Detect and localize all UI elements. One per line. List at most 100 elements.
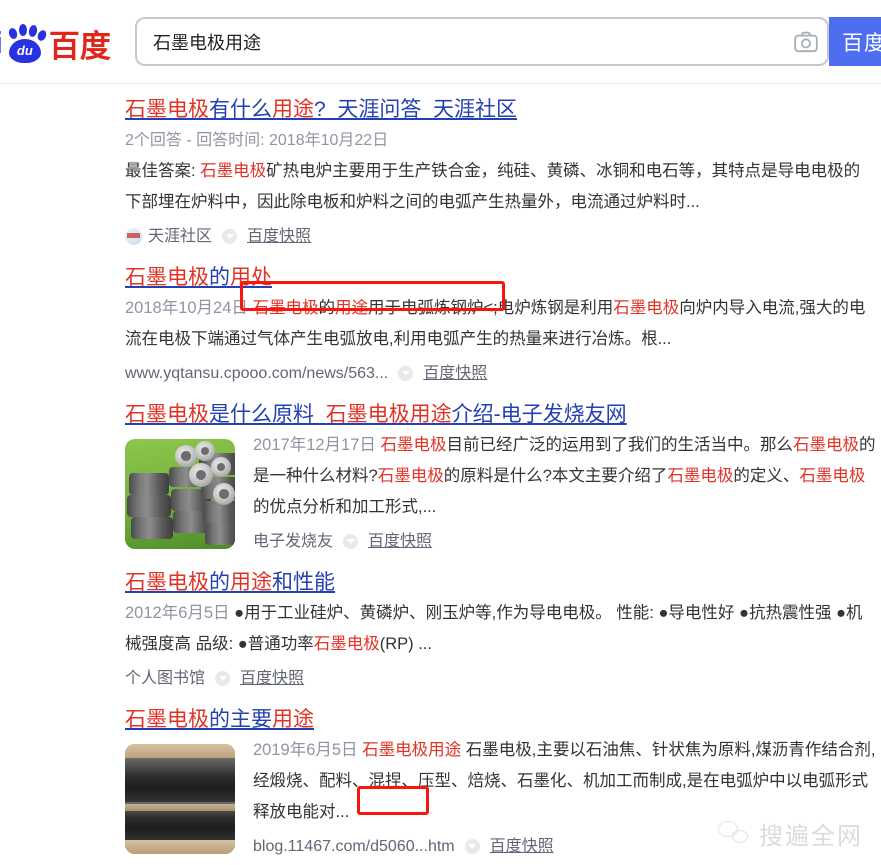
- title-text: 有什么: [209, 98, 272, 121]
- snippet-text: 2012年6月5日: [125, 604, 235, 622]
- title-text: ?_天涯问答_天涯社区: [314, 98, 518, 121]
- logo-text-du: du: [16, 43, 33, 58]
- title-text: 是什么原料_: [209, 403, 326, 426]
- baidu-snapshot-link[interactable]: 百度快照: [247, 221, 311, 252]
- result-snippet: 2019年6月5日 石墨电极用途 石墨电极,主要以石油焦、针状焦为原料,煤沥青作…: [253, 735, 881, 828]
- result-snippet: 2017年12月17日 石墨电极目前已经广泛的运用到了我们的生活当中。那么石墨电…: [253, 430, 881, 523]
- highlight-term: 石墨电极: [613, 299, 680, 317]
- result-source-name[interactable]: 电子发烧友: [253, 526, 333, 557]
- highlight-term: 石墨电极: [313, 635, 380, 653]
- title-text: 和性能: [272, 571, 335, 594]
- title-text: 的主要: [209, 708, 272, 731]
- result-content: 2018年10月24日 石墨电极的用途用于电弧炼钢炉<;电炉炼钢是利用石墨电极向…: [125, 293, 881, 389]
- highlight-term: 用途: [272, 708, 314, 731]
- result-source-row: www.yqtansu.cpooo.com/news/563... 百度快照: [125, 355, 881, 389]
- baidu-logo[interactable]: ai du 百度: [0, 20, 118, 66]
- result-source-name[interactable]: 个人图书馆: [125, 663, 205, 694]
- baidu-paw-icon: du: [3, 21, 48, 65]
- camera-icon[interactable]: [785, 19, 827, 64]
- chevron-down-icon[interactable]: [343, 534, 359, 549]
- snippet-text: 的定义、: [733, 467, 800, 485]
- snippet-text: (RP) ...: [379, 635, 432, 653]
- result-title-link[interactable]: 石墨电极有什么用途?_天涯问答_天涯社区: [125, 84, 881, 125]
- result-source-name[interactable]: 天涯社区: [148, 221, 212, 252]
- result-content: 2017年12月17日 石墨电极目前已经广泛的运用到了我们的生活当中。那么石墨电…: [253, 430, 881, 557]
- result-url[interactable]: blog.11467.com/d5060...htm: [253, 831, 455, 862]
- chevron-down-icon[interactable]: [464, 839, 480, 854]
- snippet-text: ●用于工业硅炉、黄磷炉、刚玉炉等,作为导电电极。 性能: ●导电性好 ●抗热震性…: [125, 604, 863, 653]
- chevron-down-icon[interactable]: [215, 671, 231, 686]
- snippet-text: 的优点分析和加工形式,...: [253, 498, 437, 516]
- highlight-term: 石墨电极: [377, 467, 444, 485]
- result-content: 2012年6月5日 ●用于工业硅炉、黄磷炉、刚玉炉等,作为导电电极。 性能: ●…: [125, 598, 881, 694]
- result-snippet: 2012年6月5日 ●用于工业硅炉、黄磷炉、刚玉炉等,作为导电电极。 性能: ●…: [125, 598, 870, 660]
- highlight-term: 石墨电极: [799, 467, 866, 485]
- result-source-row: 电子发烧友 百度快照: [253, 523, 881, 557]
- highlight-term: 石墨电极用途: [325, 403, 452, 426]
- site-favicon-icon: [125, 228, 142, 245]
- chevron-down-icon[interactable]: [222, 229, 238, 244]
- highlight-term: 用途: [230, 571, 272, 594]
- search-header: ai du 百度 百度一下: [0, 0, 881, 84]
- watermark: 搜遍全网: [718, 816, 863, 851]
- highlight-term: 石墨电极: [125, 98, 209, 121]
- title-text: 的: [209, 266, 230, 289]
- watermark-text: 搜遍全网: [759, 823, 863, 850]
- result-body: 2个回答 - 回答时间: 2018年10月22日最佳答案: 石墨电极矿热电炉主要…: [125, 125, 881, 252]
- result-content: 2个回答 - 回答时间: 2018年10月22日最佳答案: 石墨电极矿热电炉主要…: [125, 125, 881, 252]
- search-input[interactable]: [137, 31, 785, 52]
- snippet-text: 的: [318, 299, 336, 317]
- result-meta: 2个回答 - 回答时间: 2018年10月22日: [125, 132, 389, 149]
- search-result-1: 石墨电极有什么用途?_天涯问答_天涯社区 2个回答 - 回答时间: 2018年10…: [125, 84, 881, 252]
- wechat-icon: [718, 820, 752, 847]
- search-results-list: 石墨电极有什么用途?_天涯问答_天涯社区 2个回答 - 回答时间: 2018年10…: [0, 84, 881, 862]
- search-box[interactable]: [135, 17, 829, 66]
- baidu-snapshot-link[interactable]: 百度快照: [490, 831, 554, 862]
- result-snippet: 最佳答案: 石墨电极矿热电炉主要用于生产铁合金，纯硅、黄磷、冰铜和电石等，其特点…: [125, 156, 870, 218]
- snippet-text: 2017年12月17日: [253, 436, 381, 454]
- snippet-text: 用于电弧炼钢炉<;电炉炼钢是利用: [368, 299, 614, 317]
- result-thumbnail[interactable]: [125, 439, 235, 549]
- highlight-term: 石墨电极: [380, 436, 447, 454]
- highlight-term: 石墨电极: [125, 571, 209, 594]
- snippet-text: 最佳答案:: [125, 162, 201, 180]
- result-source-row: 个人图书馆 百度快照: [125, 660, 881, 694]
- baidu-snapshot-link[interactable]: 百度快照: [368, 526, 432, 557]
- baidu-snapshot-link[interactable]: 百度快照: [423, 358, 487, 389]
- result-title-link[interactable]: 石墨电极的用处: [125, 252, 881, 293]
- result-title-link[interactable]: 石墨电极是什么原料_石墨电极用途介绍-电子发烧友网: [125, 389, 881, 430]
- highlight-term: 石墨电极: [125, 708, 209, 731]
- result-body: 2017年12月17日 石墨电极目前已经广泛的运用到了我们的生活当中。那么石墨电…: [125, 430, 881, 557]
- title-text: 介绍-电子发烧友网: [451, 403, 627, 426]
- highlight-term: 用途: [272, 98, 314, 121]
- result-url[interactable]: www.yqtansu.cpooo.com/news/563...: [125, 358, 388, 389]
- highlight-term: 石墨电极: [200, 162, 267, 180]
- snippet-text: 的原料是什么?本文主要介绍了: [443, 467, 668, 485]
- result-title-link[interactable]: 石墨电极的主要用途: [125, 694, 881, 735]
- snippet-text: 2018年10月24日: [125, 299, 253, 317]
- highlight-term: 石墨电极: [793, 436, 859, 454]
- search-result-4: 石墨电极的用途和性能 2012年6月5日 ●用于工业硅炉、黄磷炉、刚玉炉等,作为导…: [125, 557, 881, 694]
- chevron-down-icon[interactable]: [398, 366, 414, 381]
- baidu-snapshot-link[interactable]: 百度快照: [240, 663, 304, 694]
- highlight-term: 石墨电极: [252, 299, 319, 317]
- search-result-2: 石墨电极的用处 2018年10月24日 石墨电极的用途用于电弧炼钢炉<;电炉炼钢是…: [125, 252, 881, 389]
- result-source-row: 天涯社区 百度快照: [125, 218, 881, 252]
- search-button[interactable]: 百度一下: [829, 17, 881, 66]
- highlight-term: 用处: [230, 266, 272, 289]
- highlight-term: 石墨电极: [125, 266, 209, 289]
- result-thumbnail[interactable]: [125, 744, 235, 854]
- snippet-text: 目前已经广泛的运用到了我们的生活当中。那么: [446, 436, 794, 454]
- title-text: 的: [209, 571, 230, 594]
- result-snippet: 2018年10月24日 石墨电极的用途用于电弧炼钢炉<;电炉炼钢是利用石墨电极向…: [125, 293, 870, 355]
- snippet-text: 2019年6月5日: [253, 741, 363, 759]
- highlight-term: 用途: [335, 299, 368, 317]
- search-result-3: 石墨电极是什么原料_石墨电极用途介绍-电子发烧友网 2017年12月17日 石墨电…: [125, 389, 881, 557]
- highlight-term: 石墨电极: [667, 467, 734, 485]
- logo-text-cn: 百度: [48, 28, 111, 64]
- logo-text-ai: ai: [0, 25, 3, 61]
- result-body: 2012年6月5日 ●用于工业硅炉、黄磷炉、刚玉炉等,作为导电电极。 性能: ●…: [125, 598, 881, 694]
- result-title-link[interactable]: 石墨电极的用途和性能: [125, 557, 881, 598]
- highlight-term: 石墨电极: [125, 403, 209, 426]
- result-body: 2018年10月24日 石墨电极的用途用于电弧炼钢炉<;电炉炼钢是利用石墨电极向…: [125, 293, 881, 389]
